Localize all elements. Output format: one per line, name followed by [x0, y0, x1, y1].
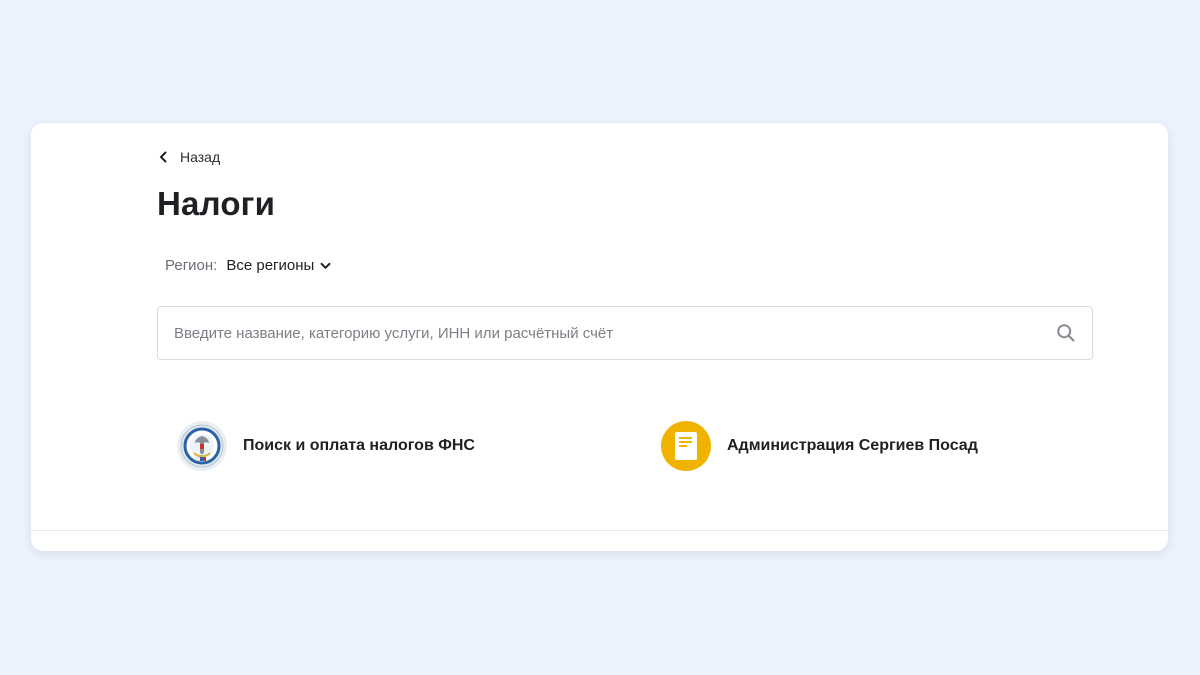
page-title: Налоги [157, 185, 276, 222]
fns-emblem-icon [177, 421, 227, 471]
divider [31, 530, 1168, 531]
chevron-down-icon [320, 257, 331, 274]
service-name: Поиск и оплата налогов ФНС [243, 437, 475, 454]
search-box [157, 306, 1093, 360]
region-label: Регион: [165, 257, 218, 274]
back-label: Назад [180, 149, 221, 165]
back-link[interactable]: Назад [159, 149, 220, 165]
search-input[interactable] [174, 324, 1056, 342]
search-icon[interactable] [1056, 323, 1076, 343]
service-administration[interactable]: Администрация Сергиев Посад [661, 421, 978, 471]
region-selector: Регион: Все регионы [165, 257, 331, 274]
document-icon [661, 421, 711, 471]
chevron-left-icon [159, 151, 168, 163]
region-value: Все регионы [226, 257, 315, 274]
service-name: Администрация Сергиев Посад [727, 437, 978, 454]
services-card: Назад Налоги Регион: Все регионы Введите… [31, 123, 1168, 551]
region-dropdown[interactable]: Все регионы [226, 257, 331, 274]
service-fns[interactable]: Поиск и оплата налогов ФНС [177, 421, 475, 471]
